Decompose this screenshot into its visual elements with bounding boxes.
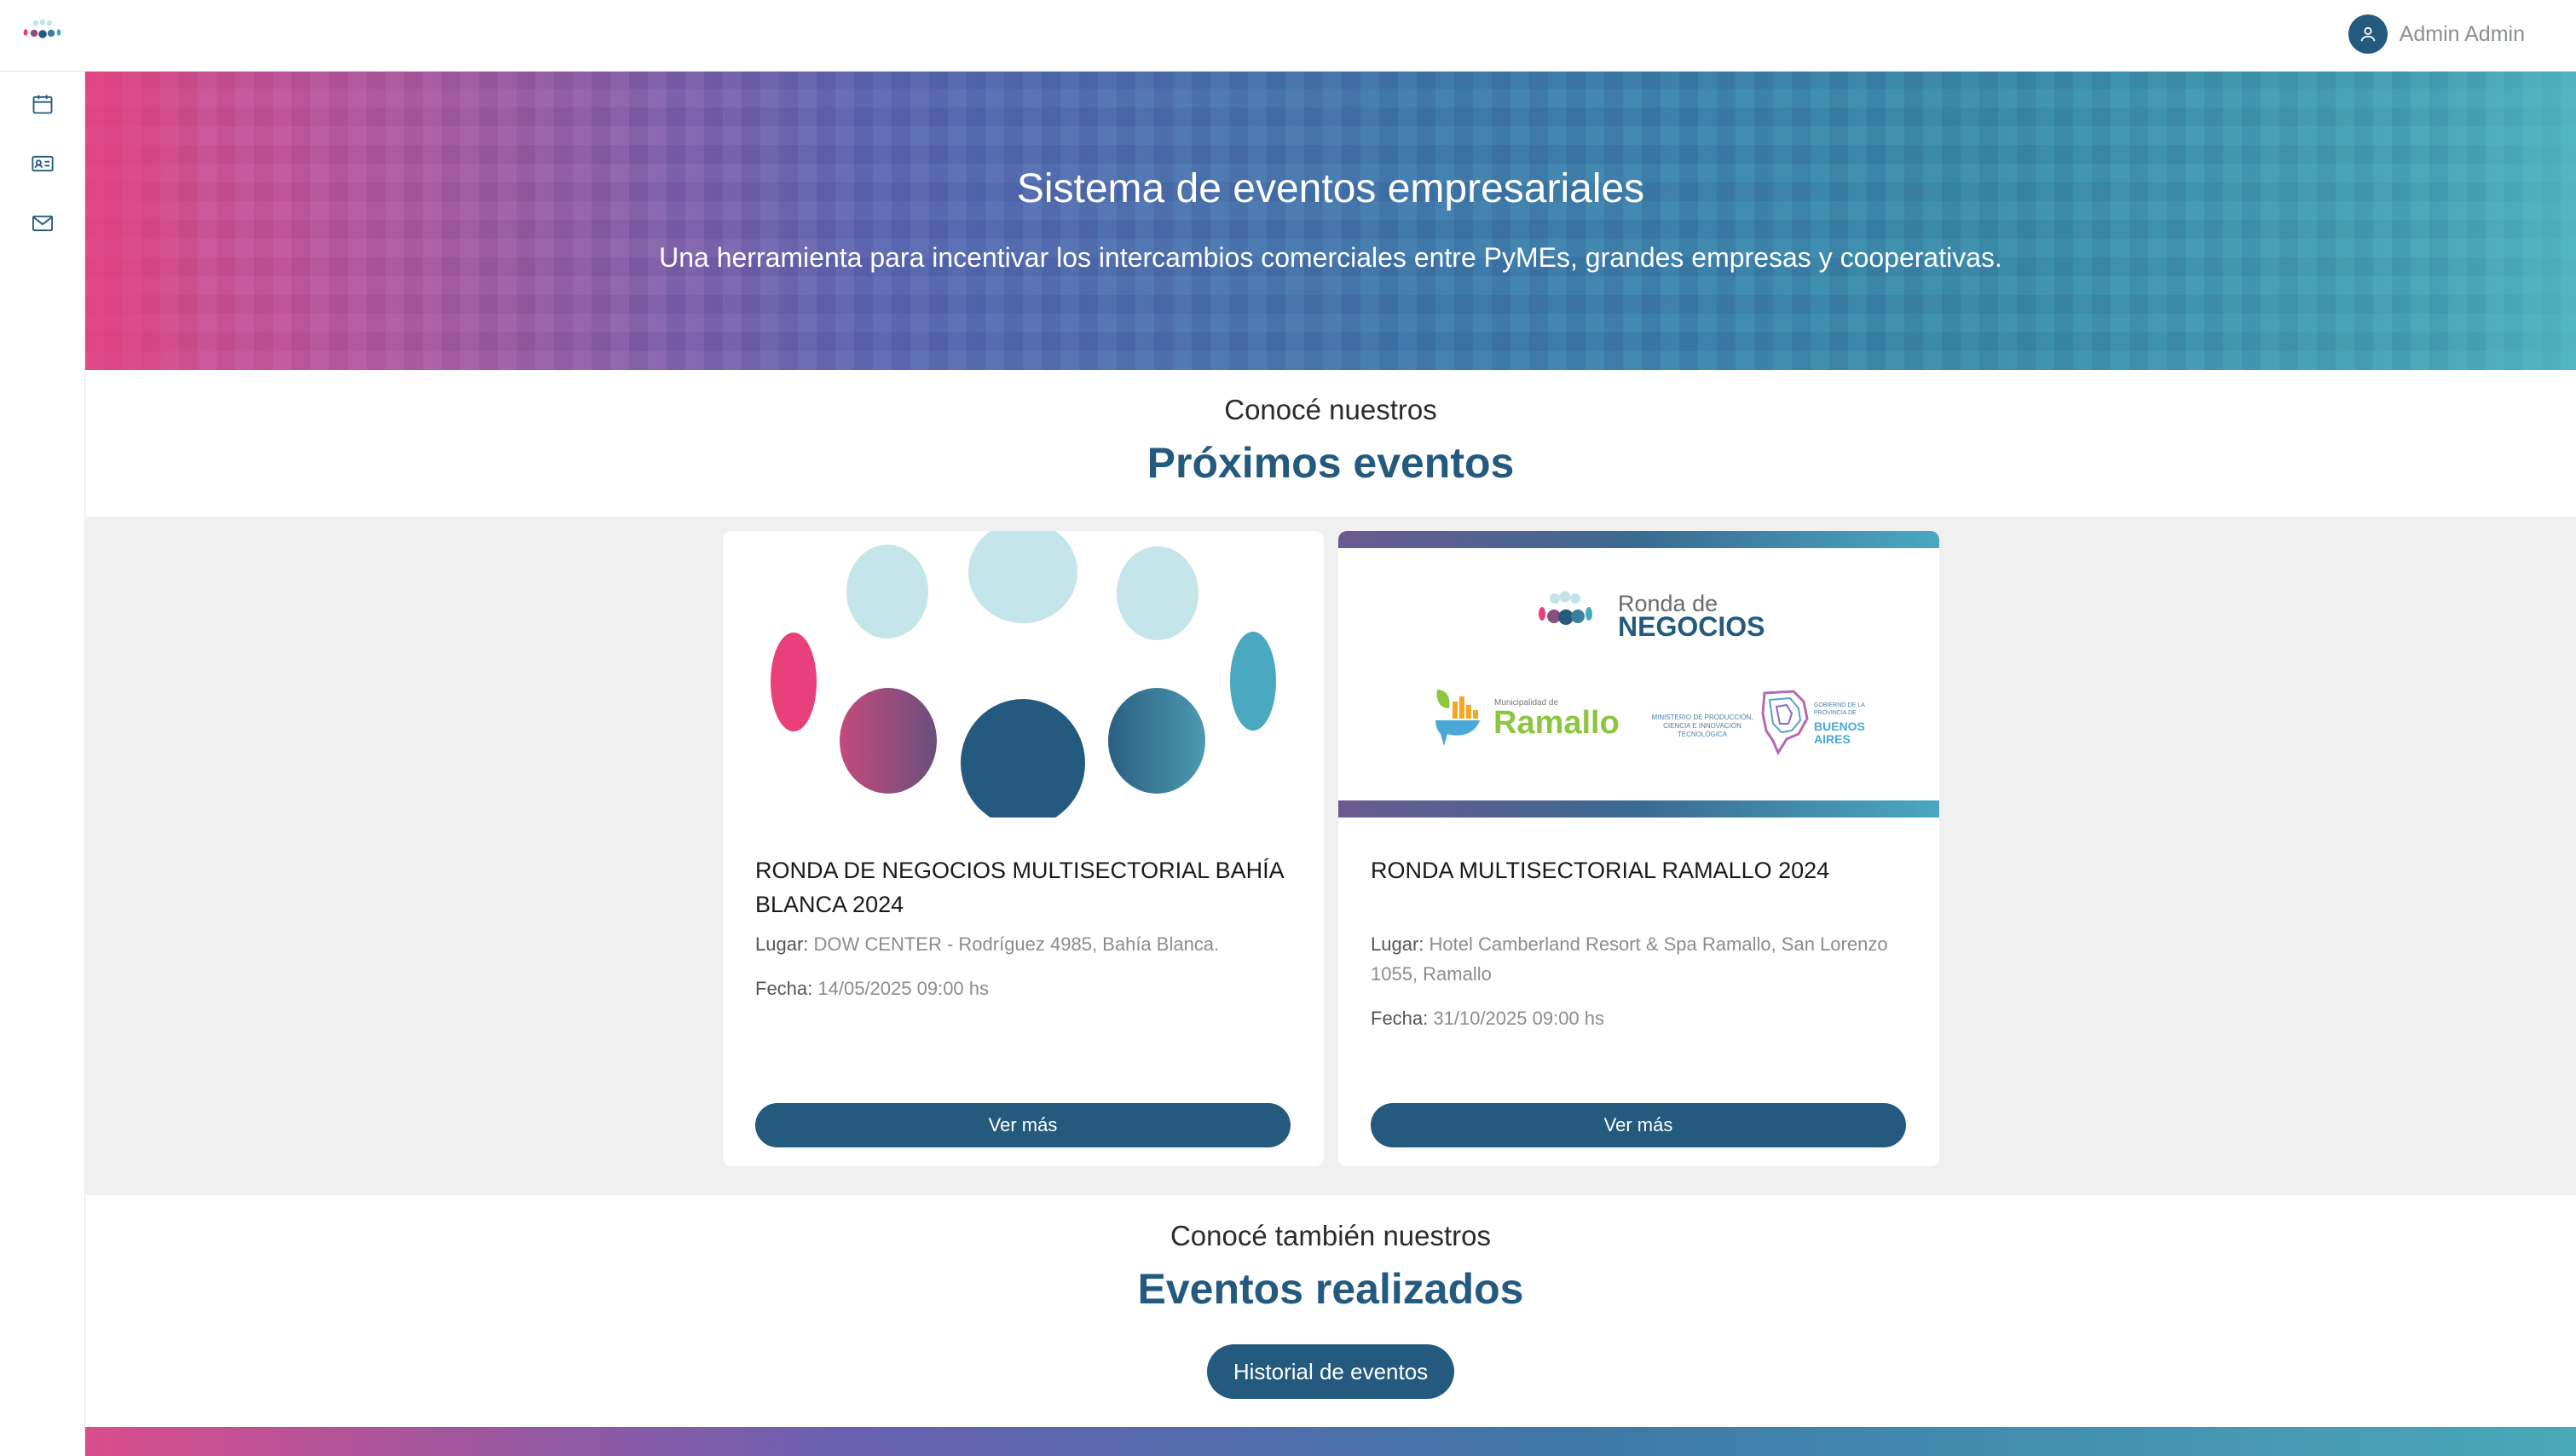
event-date: Fecha: 31/10/2025 09:00 hs — [1371, 1003, 1908, 1033]
ronda-brand-bottom: NEGOCIOS — [1618, 611, 1765, 642]
gov-name: BUENOS AIRES — [1814, 719, 1865, 746]
place-value: Hotel Camberland Resort & Spa Ramallo, S… — [1371, 933, 1888, 985]
image-bottom-band — [1338, 800, 1939, 818]
calendar-icon[interactable] — [31, 92, 55, 116]
hero-title: Sistema de eventos empresariales — [1016, 166, 1645, 211]
hero-shade-right — [2448, 72, 2576, 370]
event-image — [723, 531, 1324, 818]
upcoming-pretitle: Conocé nuestros — [1224, 394, 1437, 425]
date-label: Fecha: — [755, 978, 813, 999]
top-bar: Admin Admin — [0, 0, 2576, 72]
event-place: Lugar: Hotel Camberland Resort & Spa Ram… — [1371, 929, 1908, 989]
place-label: Lugar: — [1371, 933, 1424, 955]
image-top-band — [1338, 531, 1939, 548]
event-date: Fecha: 14/05/2025 09:00 hs — [755, 974, 1292, 1003]
user-name[interactable]: Admin Admin — [2400, 22, 2525, 47]
ramallo-name: Ramallo — [1493, 705, 1620, 741]
ramallo-logo-icon — [1435, 690, 1480, 746]
date-value: 31/10/2025 09:00 hs — [1433, 1008, 1605, 1029]
footer-strip — [85, 1427, 2576, 1456]
see-more-button[interactable]: Ver más — [755, 1103, 1291, 1147]
upcoming-title: Próximos eventos — [1146, 439, 1515, 487]
event-card: Ronda de NEGOCIOS Municipalidad de Ramal… — [1338, 531, 1939, 1166]
user-menu[interactable]: Admin Admin — [2348, 14, 2525, 55]
ministry-text: MINISTERIO DE PRODUCCIÓN, CIENCIA E INNO… — [1651, 714, 1753, 738]
events-band — [85, 517, 2576, 1195]
mail-icon[interactable] — [31, 211, 55, 235]
user-icon — [2360, 26, 2375, 42]
place-value: DOW CENTER - Rodríguez 4985, Bahía Blanc… — [813, 933, 1220, 955]
see-more-button[interactable]: Ver más — [1371, 1103, 1906, 1147]
date-value: 14/05/2025 09:00 hs — [817, 978, 990, 999]
id-card-icon[interactable] — [31, 152, 55, 176]
place-label: Lugar: — [755, 933, 809, 955]
province-map-icon — [1761, 690, 1809, 756]
ronda-logo-icon — [1539, 591, 1592, 625]
hero-banner: Sistema de eventos empresariales Una her… — [85, 72, 2576, 370]
circles-graphic — [771, 531, 1276, 818]
hero-texture — [85, 72, 2576, 370]
sidebar — [0, 72, 85, 1456]
event-title: RONDA MULTISECTORIAL RAMALLO 2024 — [1371, 858, 1830, 883]
past-heading: Conocé también nuestros Eventos realizad… — [85, 1220, 2576, 1314]
upcoming-heading: Conocé nuestros Próximos eventos — [85, 394, 2576, 488]
hero-shade-left — [85, 72, 213, 370]
event-image: Ronda de NEGOCIOS Municipalidad de Ramal… — [1338, 531, 1939, 818]
event-title: RONDA DE NEGOCIOS MULTISECTORIAL BAHÍA B… — [755, 858, 1284, 917]
event-card: RONDA DE NEGOCIOS MULTISECTORIAL BAHÍA B… — [723, 531, 1324, 1166]
app-logo[interactable] — [20, 19, 63, 44]
event-place: Lugar: DOW CENTER - Rodríguez 4985, Bahí… — [755, 929, 1292, 959]
user-avatar[interactable] — [2348, 14, 2388, 54]
past-title: Eventos realizados — [1137, 1265, 1524, 1313]
past-pretitle: Conocé también nuestros — [1170, 1220, 1492, 1251]
hero-subtitle: Una herramienta para incentivar los inte… — [659, 242, 2002, 273]
gov-small: GOBIERNO DE LA PROVINCIA DE — [1814, 702, 1865, 716]
history-button[interactable]: Historial de eventos — [1207, 1344, 1454, 1399]
date-label: Fecha: — [1371, 1008, 1429, 1029]
